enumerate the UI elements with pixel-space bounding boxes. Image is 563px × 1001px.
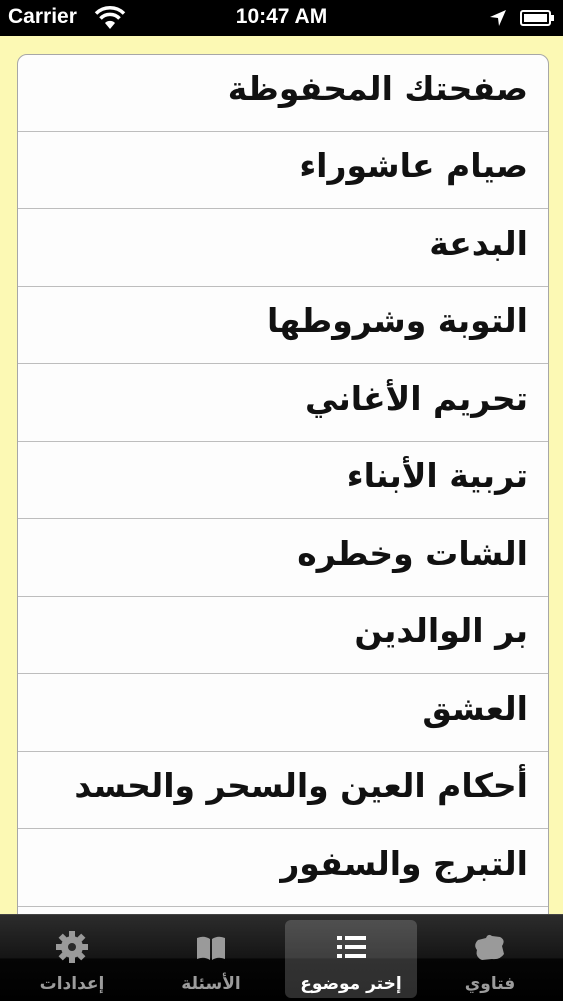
tab-label: إختر موضوع xyxy=(300,974,402,994)
list-item-label: بر الوالدين xyxy=(354,611,528,650)
list-item-label: تربية الأبناء xyxy=(346,456,528,495)
status-bar: Carrier 10:47 AM xyxy=(0,0,563,36)
topic-list[interactable]: صفحتك المحفوظة صيام عاشوراء البدعة التوب… xyxy=(17,54,549,914)
list-item-label: العشق xyxy=(422,689,528,728)
tab-label: إعدادات xyxy=(39,974,105,994)
content-area: صفحتك المحفوظة صيام عاشوراء البدعة التوب… xyxy=(0,36,563,914)
list-item-label: التوبة وشروطها xyxy=(266,301,528,340)
tab-bar: إعدادات الأسئلة إختر موضوع فتاوي xyxy=(0,914,563,1001)
list-item[interactable]: التبرج والسفور xyxy=(18,830,548,907)
book-icon xyxy=(197,936,225,960)
list-item[interactable]: صيام عاشوراء xyxy=(18,132,548,209)
list-item-label: التبرج والسفور xyxy=(280,844,528,883)
list-item-label: تحريم الأغاني xyxy=(304,379,528,418)
list-item[interactable]: تربية الأبناء xyxy=(18,442,548,519)
tab-questions[interactable]: الأسئلة xyxy=(145,920,277,998)
gear-icon xyxy=(56,931,88,963)
puzzle-icon xyxy=(475,934,504,960)
list-item-label: البدعة xyxy=(429,224,528,263)
list-item[interactable]: بر الوالدين xyxy=(18,597,548,674)
list-item[interactable]: العشق xyxy=(18,675,548,752)
tab-settings[interactable]: إعدادات xyxy=(6,920,138,998)
carrier-label: Carrier xyxy=(8,5,77,28)
tab-choose-topic[interactable]: إختر موضوع xyxy=(285,920,417,998)
list-item-label: أحكام العين والسحر والحسد xyxy=(74,766,528,805)
wifi-icon xyxy=(94,6,126,29)
list-icon xyxy=(337,936,366,958)
clock: 10:47 AM xyxy=(235,5,328,28)
list-item-label: صفحتك المحفوظة xyxy=(227,69,528,108)
list-item[interactable]: صفحتك المحفوظة xyxy=(18,55,548,132)
battery-icon xyxy=(520,10,554,26)
list-item-label: صيام عاشوراء xyxy=(299,146,528,185)
tab-fatwas[interactable]: فتاوي xyxy=(424,920,556,998)
tab-label: الأسئلة xyxy=(181,974,241,994)
list-item-label: الشات وخطره xyxy=(297,534,528,573)
location-arrow-icon xyxy=(490,10,506,26)
list-item[interactable]: الشات وخطره xyxy=(18,520,548,597)
tab-label: فتاوي xyxy=(464,974,516,994)
list-item[interactable]: البدعة xyxy=(18,210,548,287)
list-item[interactable]: أحكام العين والسحر والحسد xyxy=(18,752,548,829)
list-item[interactable]: التوبة وشروطها xyxy=(18,287,548,364)
list-item[interactable]: تحريم الأغاني xyxy=(18,365,548,442)
